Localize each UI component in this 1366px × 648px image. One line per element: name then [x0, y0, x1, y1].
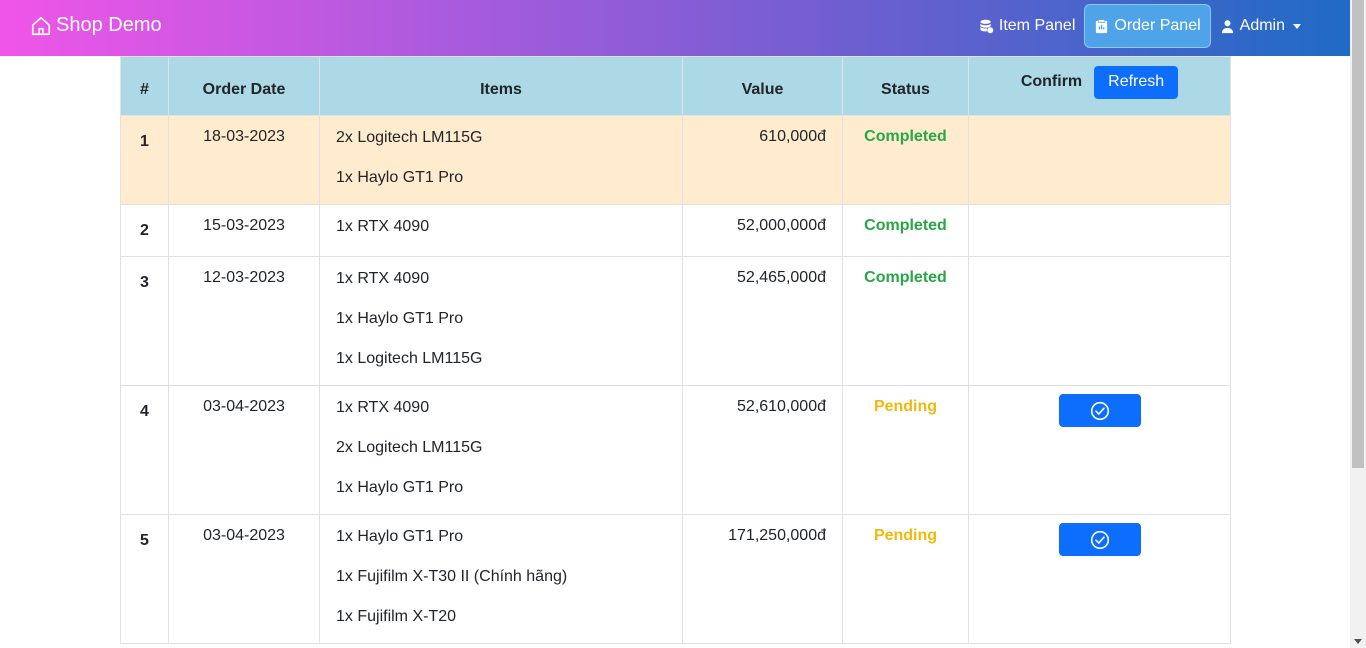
- order-value: 52,000,000đ: [682, 204, 843, 257]
- status-badge: Completed: [842, 115, 969, 205]
- page-scrollbar[interactable]: [1350, 0, 1366, 648]
- order-item: 1x RTX 4090: [336, 399, 430, 416]
- orders-table-body: 1 18-03-2023 2x Logitech LM115G 1x Haylo GT…: [120, 115, 1231, 644]
- clipboard-icon: [1096, 19, 1108, 33]
- order-value: 610,000đ: [682, 115, 843, 205]
- table-row: 4 03-04-2023 1x RTX 4090 2x Logitech LM115G…: [120, 385, 1231, 515]
- confirm-cell: [968, 115, 1231, 205]
- order-items: 1x RTX 4090 1x Haylo GT1 Pro 1x Logitech L…: [319, 256, 683, 386]
- confirm-cell: [968, 514, 1231, 644]
- orders-table-container: # Order Date Items Value Status Confirm …: [120, 56, 1231, 644]
- order-date: 12-03-2023: [168, 256, 320, 386]
- order-item: 1x RTX 4090: [336, 270, 430, 287]
- header-confirm: Confirm Refresh: [968, 56, 1231, 116]
- table-row: 1 18-03-2023 2x Logitech LM115G 1x Haylo GT…: [120, 115, 1231, 205]
- order-items: 2x Logitech LM115G 1x Haylo GT1 Pro: [319, 115, 683, 205]
- confirm-button[interactable]: [1058, 394, 1141, 427]
- status-badge: Completed: [842, 204, 969, 257]
- header-status: Status: [842, 56, 969, 116]
- scrollbar-thumb[interactable]: [1352, 0, 1364, 468]
- order-date: 03-04-2023: [168, 514, 320, 644]
- order-value: 171,250,000đ: [682, 514, 843, 644]
- row-number: 1: [120, 115, 169, 205]
- brand-link[interactable]: Shop Demo: [30, 14, 162, 37]
- table-header-row: # Order Date Items Value Status Confirm …: [120, 56, 1231, 116]
- confirm-button[interactable]: [1058, 523, 1141, 556]
- row-number: 3: [120, 256, 169, 386]
- brand-label: Shop Demo: [56, 14, 162, 36]
- chevron-down-icon: [1293, 23, 1301, 29]
- header-num: #: [120, 56, 169, 116]
- order-item: 1x Logitech LM115G: [336, 350, 483, 367]
- order-items: 1x Haylo GT1 Pro 1x Fujifilm X-T30 II (Ch…: [319, 514, 683, 644]
- order-value: 52,610,000đ: [682, 385, 843, 515]
- nav-order-panel-label: Order Panel: [1114, 17, 1201, 34]
- top-navbar: Shop Demo Item Panel Order Panel Admin: [0, 0, 1350, 56]
- order-items: 1x RTX 4090 2x Logitech LM115G 1x Haylo GT…: [319, 385, 683, 515]
- header-confirm-label: Confirm: [1020, 73, 1083, 90]
- row-number: 4: [120, 385, 169, 515]
- nav-admin-label: Admin: [1239, 17, 1285, 34]
- scroll-down-arrow-icon[interactable]: [1354, 639, 1362, 644]
- order-item: 2x Logitech LM115G: [336, 129, 483, 146]
- header-items: Items: [319, 56, 683, 116]
- order-item: 1x Fujifilm X-T20: [336, 608, 457, 625]
- table-row: 5 03-04-2023 1x Haylo GT1 Pro 1x Fujifilm X…: [120, 514, 1231, 644]
- status-badge: Pending: [842, 385, 969, 515]
- check-circle-icon: [1090, 401, 1109, 420]
- header-order-date: Order Date: [168, 56, 320, 116]
- nav-links: Item Panel Order Panel Admin: [970, 4, 1310, 48]
- order-item: 1x Haylo GT1 Pro: [336, 310, 464, 327]
- house-icon: [31, 16, 51, 35]
- order-value: 52,465,000đ: [682, 256, 843, 386]
- table-row: 3 12-03-2023 1x RTX 4090 1x Haylo GT1 Pro 1x…: [120, 256, 1231, 386]
- refresh-button[interactable]: Refresh: [1094, 65, 1179, 99]
- order-date: 15-03-2023: [168, 204, 320, 257]
- order-date: 03-04-2023: [168, 385, 320, 515]
- order-item: 1x RTX 4090: [336, 218, 430, 235]
- check-circle-icon: [1090, 530, 1109, 549]
- row-number: 5: [120, 514, 169, 644]
- order-date: 18-03-2023: [168, 115, 320, 205]
- order-item: 1x Haylo GT1 Pro: [336, 479, 464, 496]
- confirm-cell: [968, 256, 1231, 386]
- orders-table: # Order Date Items Value Status Confirm …: [120, 56, 1231, 644]
- nav-admin-dropdown[interactable]: Admin: [1211, 4, 1310, 48]
- user-icon: [1221, 19, 1233, 33]
- nav-item-panel-label: Item Panel: [998, 17, 1076, 34]
- status-badge: Completed: [842, 256, 969, 386]
- nav-item-panel[interactable]: Item Panel: [970, 4, 1084, 48]
- order-items: 1x RTX 4090: [319, 204, 683, 257]
- order-item: 1x Haylo GT1 Pro: [336, 528, 464, 545]
- status-badge: Pending: [842, 514, 969, 644]
- order-item: 1x Haylo GT1 Pro: [336, 169, 464, 186]
- nav-order-panel[interactable]: Order Panel: [1084, 4, 1211, 48]
- database-icon: [980, 19, 994, 33]
- confirm-cell: [968, 385, 1231, 515]
- order-item: 1x Fujifilm X-T30 II (Chính hãng): [336, 568, 568, 585]
- header-value: Value: [682, 56, 843, 116]
- order-item: 2x Logitech LM115G: [336, 439, 483, 456]
- table-row: 2 15-03-2023 1x RTX 4090 52,000,000đ Complet…: [120, 204, 1231, 257]
- confirm-cell: [968, 204, 1231, 257]
- row-number: 2: [120, 204, 169, 257]
